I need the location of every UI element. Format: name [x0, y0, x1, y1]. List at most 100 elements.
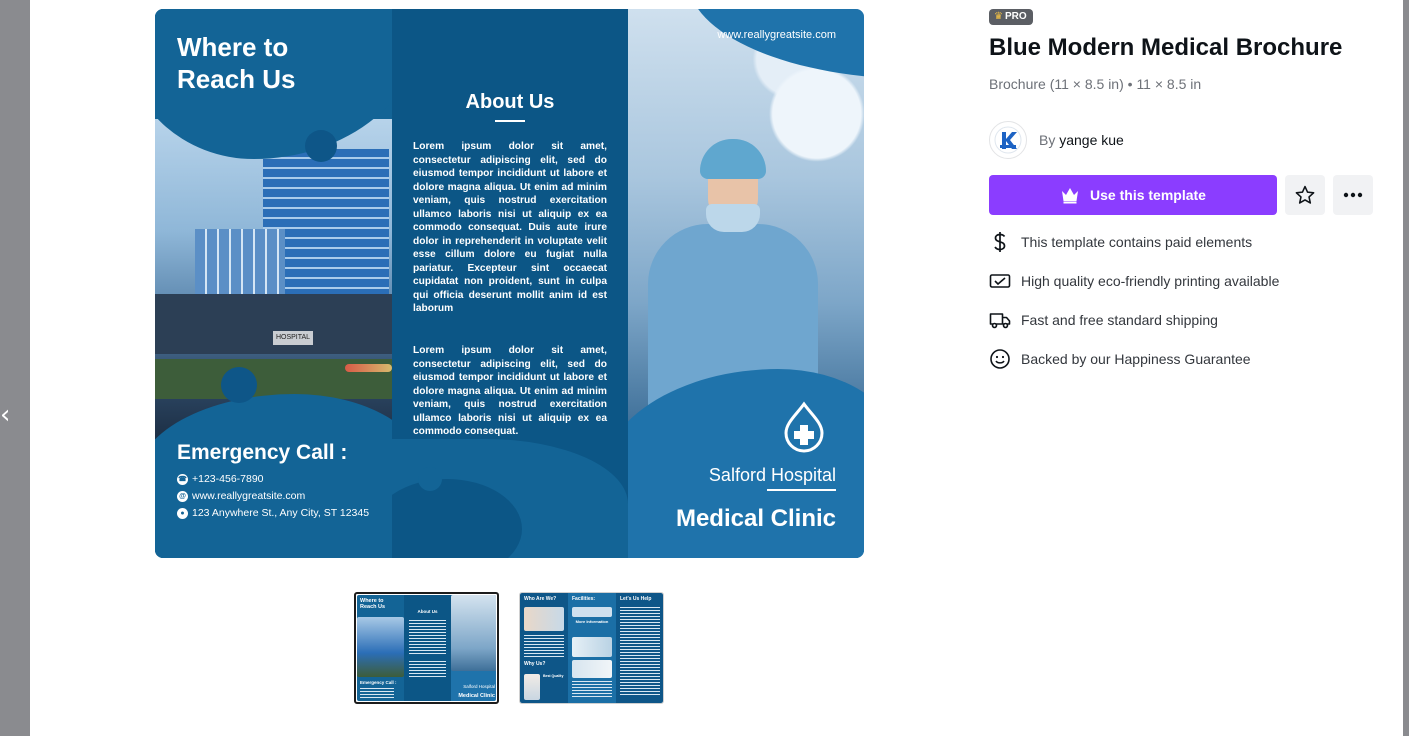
about-us-heading: About Us	[465, 91, 555, 113]
thumb-help: Let's Us Help	[620, 596, 652, 602]
feature-paid-elements: This template contains paid elements	[989, 231, 1252, 253]
thumb-panel: Where to Reach Us Emergency Call :	[357, 595, 404, 701]
thumb-team-image	[524, 607, 564, 631]
page-thumbnail-2[interactable]: Who Are We? Why Us? Best Quality Facilit…	[519, 592, 664, 704]
thumb-text-lines	[524, 635, 564, 657]
thumb-staff-image	[572, 637, 612, 657]
road-light-trail	[345, 364, 392, 372]
location-pin-icon: ●	[177, 507, 188, 519]
clinic-name: Medical Clinic	[675, 505, 836, 532]
medical-drop-icon	[784, 401, 824, 453]
smile-icon	[989, 348, 1011, 370]
surgeon-cap	[700, 139, 766, 179]
surgeon-photo	[628, 9, 864, 444]
author-name[interactable]: yange kue	[1059, 132, 1124, 148]
building-base	[155, 294, 392, 354]
template-title: Blue Modern Medical Brochure	[989, 34, 1343, 61]
thumb-hospital: Salford Hospital	[463, 684, 495, 689]
globe-icon: @	[177, 490, 188, 502]
thumb-quality: Best Quality	[543, 674, 564, 678]
hospital-building-photo: HOSPITAL	[155, 119, 392, 439]
thumb-text-lines	[409, 620, 446, 656]
thumb-surgeon-image	[451, 595, 496, 671]
decorative-dot	[418, 467, 442, 491]
thumb-why: Why Us?	[524, 661, 546, 667]
feature-shipping: Fast and free standard shipping	[989, 309, 1218, 331]
thumb-building-image	[357, 617, 404, 677]
about-us-underline	[495, 120, 525, 122]
brochure-panel-right: www.reallygreatsite.com Salford Hospital…	[628, 9, 864, 558]
feature-printing: High quality eco-friendly printing avail…	[989, 270, 1279, 292]
hospital-underline	[767, 489, 836, 491]
thumb-text-lines	[409, 661, 446, 679]
thumb-doctor-image	[524, 674, 540, 700]
crown-icon: ♛	[994, 11, 1003, 22]
previous-arrow-icon[interactable]: ‹	[0, 400, 16, 430]
panel-title-where: Where to Reach Us	[177, 32, 296, 94]
author-prefix: By	[1039, 132, 1056, 148]
thumb-panel: Who Are We? Why Us? Best Quality	[520, 593, 568, 703]
contact-web: @ www.reallygreatsite.com	[177, 490, 305, 502]
pro-badge: ♛ PRO	[989, 9, 1033, 25]
thumb-text-lines	[620, 607, 660, 697]
brochure-panel-middle: About Us Lorem ipsum dolor sit amet, con…	[392, 9, 628, 558]
thumb-panel: Salford Hospital Medical Clinic	[451, 595, 496, 701]
contact-phone-text: +123-456-7890	[192, 473, 264, 485]
page-thumbnail-1[interactable]: Where to Reach Us Emergency Call : About…	[354, 592, 499, 704]
about-us-paragraph-1: Lorem ipsum dolor sit amet, consectetur …	[413, 141, 607, 314]
hospital-name: Salford Hospital	[708, 465, 836, 485]
contact-phone: ☎ +123-456-7890	[177, 473, 264, 485]
avatar[interactable]	[989, 121, 1027, 159]
use-template-button[interactable]: Use this template	[989, 175, 1277, 215]
thumb-panel: About Us	[404, 595, 451, 701]
site-url: www.reallygreatsite.com	[717, 29, 836, 41]
pro-badge-label: PRO	[1004, 11, 1027, 22]
building-sign: HOSPITAL	[273, 331, 313, 345]
about-us-paragraph-2: Lorem ipsum dolor sit amet, consectetur …	[413, 345, 607, 437]
more-dots-icon	[1343, 192, 1363, 198]
decorative-dot	[305, 130, 337, 162]
thumb-emergency: Emergency Call :	[360, 680, 397, 685]
dollar-icon	[989, 231, 1011, 253]
brochure-preview: HOSPITAL Where to Reach Us Emergency Cal…	[155, 9, 864, 558]
contact-address-text: 123 Anywhere St., Any City, ST 12345	[192, 507, 370, 519]
thumb-title: Where to Reach Us	[360, 598, 386, 611]
thumb-facility-image	[572, 607, 612, 617]
more-options-button[interactable]	[1333, 175, 1373, 215]
feature-guarantee: Backed by our Happiness Guarantee	[989, 348, 1251, 370]
thumb-panel: Let's Us Help	[616, 593, 663, 703]
truck-icon	[989, 309, 1011, 331]
feature-paid-text: This template contains paid elements	[1021, 234, 1253, 250]
author-byline: By yange kue	[1039, 132, 1124, 148]
phone-icon: ☎	[177, 473, 188, 485]
thumb-who: Who Are We?	[524, 596, 557, 602]
thumb-facilities: Facilities:	[572, 596, 596, 602]
author-logo-icon	[994, 126, 1022, 154]
use-template-label: Use this template	[1090, 187, 1206, 203]
thumb-about: About Us	[417, 609, 438, 614]
surgeon-mask	[706, 204, 760, 232]
emergency-call-heading: Emergency Call :	[177, 441, 348, 464]
thumb-clinic: Medical Clinic	[458, 693, 495, 699]
feature-printing-text: High quality eco-friendly printing avail…	[1021, 273, 1280, 289]
crown-icon	[1062, 188, 1079, 204]
thumb-staff-image	[572, 660, 612, 678]
thumb-text-lines	[572, 681, 612, 699]
contact-address: ● 123 Anywhere St., Any City, ST 12345	[177, 507, 369, 519]
feature-shipping-text: Fast and free standard shipping	[1021, 312, 1218, 328]
template-dimensions: Brochure (11 × 8.5 in) • 11 × 8.5 in	[989, 76, 1202, 92]
feature-guarantee-text: Backed by our Happiness Guarantee	[1021, 351, 1251, 367]
author-row[interactable]: By yange kue	[989, 121, 1124, 159]
backdrop-right	[1403, 0, 1409, 736]
thumb-more: More Information	[575, 619, 609, 624]
template-modal: HOSPITAL Where to Reach Us Emergency Cal…	[30, 0, 1403, 736]
thumb-text-lines	[360, 688, 394, 698]
contact-web-text: www.reallygreatsite.com	[192, 490, 306, 502]
backdrop-left	[0, 0, 30, 736]
decorative-dot	[221, 367, 257, 403]
brochure-panel-left: HOSPITAL Where to Reach Us Emergency Cal…	[155, 9, 392, 558]
thumb-panel: Facilities: More Information	[568, 593, 616, 703]
favorite-button[interactable]	[1285, 175, 1325, 215]
print-icon	[989, 270, 1011, 292]
star-icon	[1295, 185, 1315, 204]
